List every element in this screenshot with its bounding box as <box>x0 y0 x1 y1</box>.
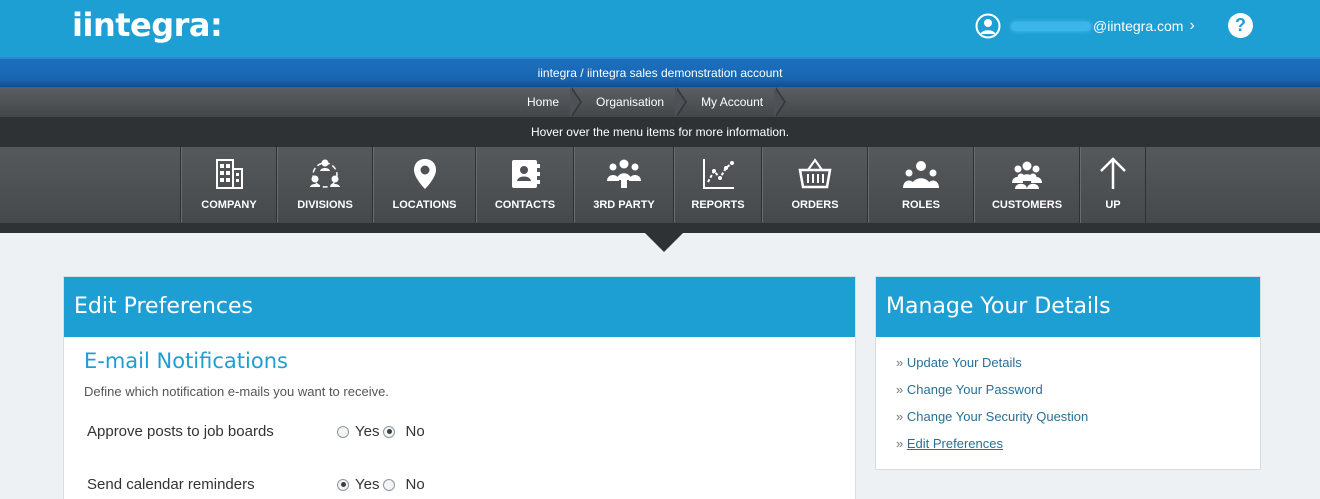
breadcrumb: Home Organisation My Account <box>0 87 1320 117</box>
section-description: Define which notification e-mails you wa… <box>84 384 389 399</box>
panel-title: Manage Your Details <box>876 277 1260 337</box>
menu-item-orders[interactable]: ORDERS <box>762 147 868 223</box>
menu-label: LOCATIONS <box>392 199 457 211</box>
roles-icon <box>903 161 939 188</box>
pref-row-calendar: Send calendar reminders Yes No <box>87 476 567 493</box>
radio-yes-input[interactable] <box>337 425 349 438</box>
chart-icon <box>703 159 734 189</box>
logo[interactable]: iintegra: <box>72 6 223 44</box>
menu-label: UP <box>1105 199 1121 211</box>
menu-pointer <box>645 233 683 252</box>
manage-details-panel: Manage Your Details » Update Your Detail… <box>875 276 1261 470</box>
menu-item-up[interactable]: UP <box>1080 147 1146 223</box>
menu-item-3rd-party[interactable]: 3RD PARTY <box>574 147 674 223</box>
link-change-password[interactable]: » Change Your Password <box>896 382 1088 398</box>
customers-icon <box>1012 161 1042 189</box>
contact-book-icon <box>512 160 540 188</box>
radio-no-label: No <box>405 476 425 493</box>
user-avatar-icon <box>975 13 1001 39</box>
help-button[interactable]: ? <box>1228 13 1253 38</box>
menu-item-customers[interactable]: CUSTOMERS <box>974 147 1080 223</box>
radio-no[interactable]: No <box>383 476 426 493</box>
pref-label: Approve posts to job boards <box>87 423 274 440</box>
radio-no-input[interactable] <box>383 425 396 438</box>
third-party-icon <box>607 159 641 188</box>
menu-item-roles[interactable]: ROLES <box>868 147 974 223</box>
menu-item-reports[interactable]: REPORTS <box>674 147 762 223</box>
menu-label: ROLES <box>902 199 940 211</box>
menu-item-company[interactable]: COMPANY <box>181 147 277 223</box>
radio-no[interactable]: No <box>383 423 426 440</box>
menu-item-contacts[interactable]: CONTACTS <box>476 147 574 223</box>
user-email: @iintegra.com <box>1093 18 1184 34</box>
account-title: iintegra / iintegra sales demonstration … <box>0 57 1320 87</box>
basket-icon <box>798 158 832 189</box>
pref-label: Send calendar reminders <box>87 476 255 493</box>
radio-yes-input[interactable] <box>337 478 349 491</box>
panel-title: Edit Preferences <box>64 277 855 337</box>
menu-label: DIVISIONS <box>297 199 353 211</box>
radio-no-input[interactable] <box>383 478 396 491</box>
edit-preferences-panel: Edit Preferences E-mail Notifications De… <box>63 276 856 499</box>
redacted-username <box>1011 21 1091 31</box>
link-edit-preferences[interactable]: » Edit Preferences <box>896 436 1088 452</box>
menu-label: CONTACTS <box>494 199 556 211</box>
arrow-up-icon <box>1100 157 1126 189</box>
menu-label: ORDERS <box>791 199 839 211</box>
section-title: E-mail Notifications <box>84 349 288 373</box>
chevron-right-icon: › <box>1189 17 1195 34</box>
divisions-icon <box>310 159 340 188</box>
main-menu: COMPANY DIVISIONS LOCATIONS CONTACTS 3RD… <box>0 147 1320 223</box>
building-icon <box>216 159 243 189</box>
manage-links: » Update Your Details » Change Your Pass… <box>896 355 1088 463</box>
breadcrumb-home[interactable]: Home <box>510 87 583 117</box>
menu-item-divisions[interactable]: DIVISIONS <box>277 147 373 223</box>
radio-yes-label: Yes <box>355 423 380 440</box>
menu-label: COMPANY <box>201 199 257 211</box>
top-header: iintegra: @iintegra.com › ? <box>0 0 1320 57</box>
breadcrumb-my-account[interactable]: My Account <box>684 87 787 117</box>
radio-no-label: No <box>405 423 425 440</box>
menu-label: 3RD PARTY <box>593 199 655 211</box>
menu-item-locations[interactable]: LOCATIONS <box>373 147 476 223</box>
menu-label: CUSTOMERS <box>991 199 1063 211</box>
menu-label: REPORTS <box>691 199 745 211</box>
link-update-details[interactable]: » Update Your Details <box>896 355 1088 371</box>
pref-row-job-boards: Approve posts to job boards Yes No <box>87 423 567 440</box>
radio-yes[interactable]: Yes <box>337 423 381 440</box>
radio-yes[interactable]: Yes <box>337 476 381 493</box>
radio-yes-label: Yes <box>355 476 380 493</box>
menu-hint: Hover over the menu items for more infor… <box>0 117 1320 147</box>
link-change-security-question[interactable]: » Change Your Security Question <box>896 409 1088 425</box>
user-menu[interactable]: @iintegra.com › <box>975 13 1195 39</box>
menu-bottom-strip <box>0 223 1320 233</box>
breadcrumb-organisation[interactable]: Organisation <box>579 87 688 117</box>
map-pin-icon <box>413 159 436 189</box>
